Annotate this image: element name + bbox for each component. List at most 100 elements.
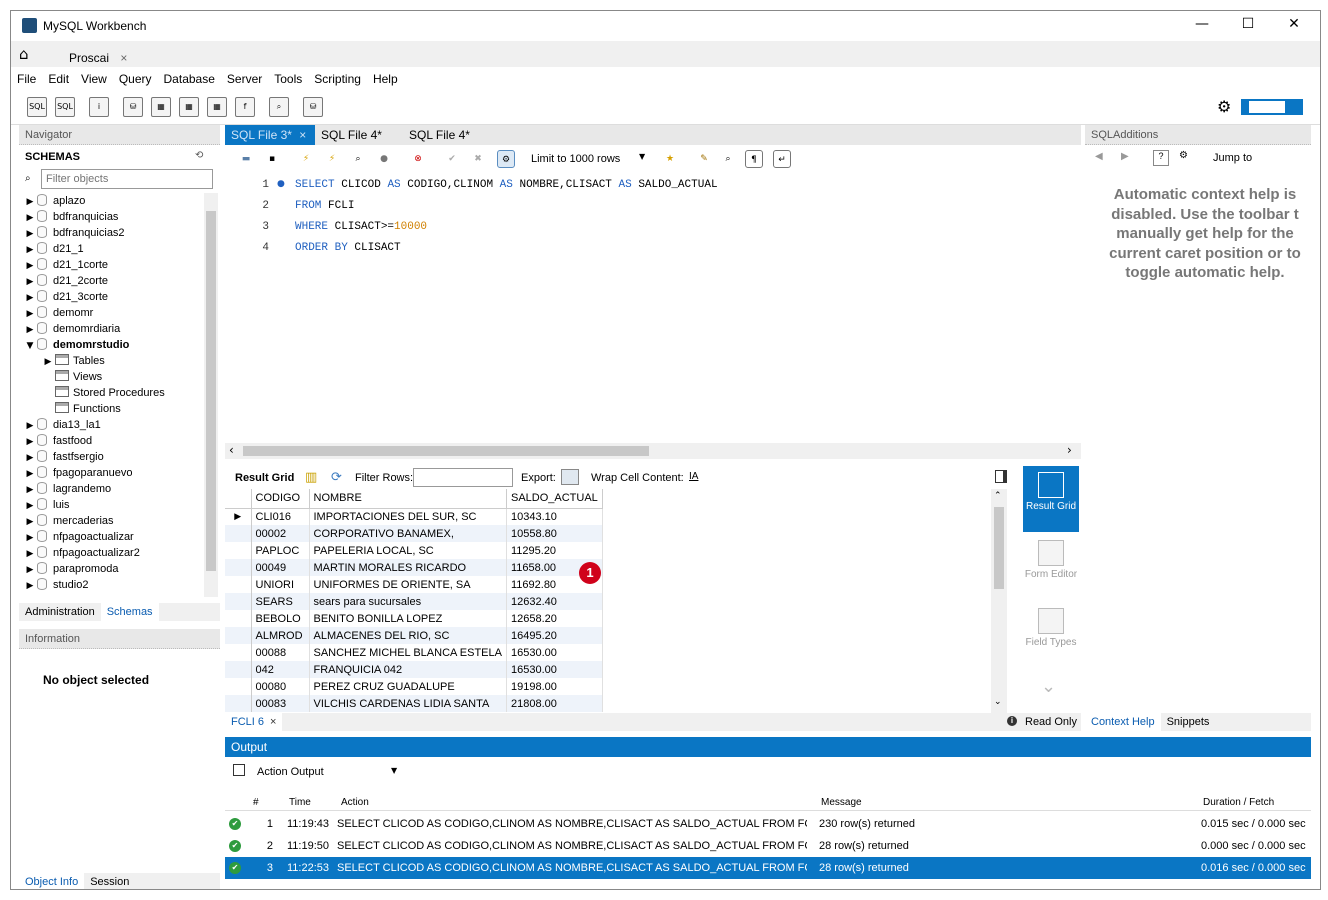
chevron-left-icon[interactable]: ‹ [229,443,234,457]
row-selector[interactable] [225,695,252,712]
row-selector[interactable] [225,678,252,695]
schema-item[interactable]: ▶ nfpagoactualizar2 [19,545,220,561]
schema-item[interactable]: ▶ d21_2corte [19,273,220,289]
code-line[interactable]: SELECT CLICOD AS CODIGO,CLINOM AS NOMBRE… [295,179,718,191]
expand-arrow-icon[interactable]: ▼ [23,338,37,354]
execute-statement-icon[interactable]: ⚡ [323,150,341,168]
schema-item[interactable]: ▶ demomr [19,305,220,321]
tab-schemas[interactable]: Schemas [100,603,159,621]
table-cell[interactable]: 16530.00 [506,644,603,661]
expand-arrow-icon[interactable]: ▶ [41,354,55,370]
result-grid-tab[interactable]: Result Grid [235,472,294,484]
filter-rows-input[interactable] [413,468,513,487]
column-header[interactable]: SALDO_ACTUAL [506,489,603,509]
invisible-chars-icon[interactable]: ¶ [745,150,763,168]
new-sql-tab-icon[interactable]: SQL [27,97,47,117]
table-cell[interactable]: UNIORI [251,576,310,593]
refresh-schemas-icon[interactable]: ⟲ [195,150,203,161]
row-selector[interactable] [225,559,252,576]
minimize-button[interactable]: — [1179,16,1225,36]
table-cell[interactable]: 00049 [251,559,310,576]
toggle-error-stop-icon[interactable]: ⊗ [409,150,427,168]
open-sql-script-icon[interactable]: SQL [55,97,75,117]
schema-item[interactable]: ▶ aplazo [19,193,220,209]
schema-item[interactable]: ▶ mercaderias [19,513,220,529]
schema-item[interactable]: ▶ bdfranquicias2 [19,225,220,241]
table-row[interactable]: 00083 VILCHIS CARDENAS LIDIA SANTA 21808.0… [225,695,603,712]
table-cell[interactable]: CORPORATIVO BANAMEX, [309,525,507,542]
tree-child-item[interactable]: ▶ Tables [19,353,220,369]
schema-item[interactable]: ▶ fpagoparanuevo [19,465,220,481]
schema-item[interactable]: ▶ dia13_la1 [19,417,220,433]
table-cell[interactable]: 12632.40 [506,593,603,610]
inspect-object-icon[interactable]: i [89,97,109,117]
expand-arrow-icon[interactable]: ▶ [23,194,37,210]
expand-arrow-icon[interactable]: ▶ [23,226,37,242]
table-cell[interactable]: 11295.20 [506,542,603,559]
grid-icon[interactable]: ▥ [305,470,317,485]
tab-sql-file-4b[interactable]: SQL File 4* [403,125,476,145]
menu-item-server[interactable]: Server [221,67,268,86]
expand-arrow-icon[interactable]: ▶ [23,498,37,514]
form-editor-button[interactable]: Form Editor [1023,534,1079,600]
connection-tab[interactable]: Proscai × [57,45,135,67]
table-row[interactable]: 00088 SANCHEZ MICHEL BLANCA ESTELA 16530.0… [225,644,603,661]
tab-fcli-6[interactable]: FCLI 6 × [225,713,283,731]
chevron-down-icon[interactable]: ▼ [639,152,645,161]
result-grid-button[interactable]: Result Grid [1023,466,1079,532]
tab-administration[interactable]: Administration [19,603,101,621]
row-selector[interactable] [225,576,252,593]
commit-icon[interactable]: ✔ [443,150,461,168]
table-cell[interactable]: 21808.00 [506,695,603,712]
tab-close-icon[interactable]: × [299,128,306,142]
close-button[interactable]: ✕ [1271,16,1317,36]
create-procedure-icon[interactable]: ▦ [207,97,227,117]
chevron-right-icon[interactable]: › [1067,443,1072,457]
wrap-cell-icon[interactable]: IA [689,471,698,482]
tab-object-info[interactable]: Object Info [19,873,85,889]
schema-item[interactable]: ▶ fastfsergio [19,449,220,465]
code-line[interactable]: FROM FCLI [295,200,354,212]
column-header[interactable]: NOMBRE [309,489,507,509]
sql-editor[interactable]: 1 ● SELECT CLICOD AS CODIGO,CLINOM AS NOMB… [225,173,1081,443]
find-icon[interactable]: ⌕ [719,150,737,168]
table-row[interactable]: 00049 MARTIN MORALES RICARDO 11658.00 [225,559,603,576]
stop-icon[interactable]: ● [375,150,393,168]
autocommit-icon[interactable]: ⚙ [497,150,515,168]
schema-item[interactable]: ▶ studio2 [19,577,220,593]
expand-arrow-icon[interactable]: ▶ [23,514,37,530]
table-cell[interactable]: 19198.00 [506,678,603,695]
tab-sql-file-3[interactable]: SQL File 3* × [225,125,315,145]
schema-item[interactable]: ▶ luis [19,497,220,513]
expand-arrow-icon[interactable]: ▶ [23,578,37,594]
table-cell[interactable]: 00088 [251,644,310,661]
tab-sql-file-4[interactable]: SQL File 4* [315,125,388,145]
menu-item-query[interactable]: Query [113,67,158,86]
table-row[interactable]: 042 FRANQUICIA 042 16530.00 [225,661,603,678]
table-cell[interactable]: UNIFORMES DE ORIENTE, SA [309,576,507,593]
connection-tab-close-icon[interactable]: × [120,51,127,65]
maximize-button[interactable]: ☐ [1225,16,1271,36]
table-row[interactable]: 00002 CORPORATIVO BANAMEX, 10558.80 [225,525,603,542]
row-selector[interactable] [225,661,252,678]
limit-rows-select[interactable]: Limit to 1000 rows [531,153,620,165]
expand-arrow-icon[interactable]: ▶ [23,274,37,290]
table-row[interactable]: SEARS sears para sucursales 12632.40 [225,593,603,610]
schema-item[interactable]: ▶ fastfood [19,433,220,449]
row-selector[interactable]: ▶ [225,508,252,525]
expand-arrow-icon[interactable]: ▶ [23,562,37,578]
forward-icon[interactable]: ▶ [1121,151,1129,162]
table-row[interactable]: 00080 PEREZ CRUZ GUADALUPE 19198.00 [225,678,603,695]
jump-to-select[interactable]: Jump to [1213,152,1252,164]
menu-item-help[interactable]: Help [367,67,404,86]
tab-snippets[interactable]: Snippets [1161,713,1216,731]
table-row[interactable]: ALMROD ALMACENES DEL RIO, SC 16495.20 [225,627,603,644]
schema-item[interactable]: ▼ demomrstudio [19,337,220,353]
expand-arrow-icon[interactable]: ▶ [23,210,37,226]
execute-icon[interactable]: ⚡ [297,150,315,168]
filter-objects-input[interactable] [41,169,213,189]
table-row[interactable]: UNIORI UNIFORMES DE ORIENTE, SA 11692.80 [225,576,603,593]
table-cell[interactable]: CLI016 [251,508,310,525]
schema-tree-scrollbar[interactable] [204,193,218,597]
create-schema-icon[interactable]: ⛁ [123,97,143,117]
